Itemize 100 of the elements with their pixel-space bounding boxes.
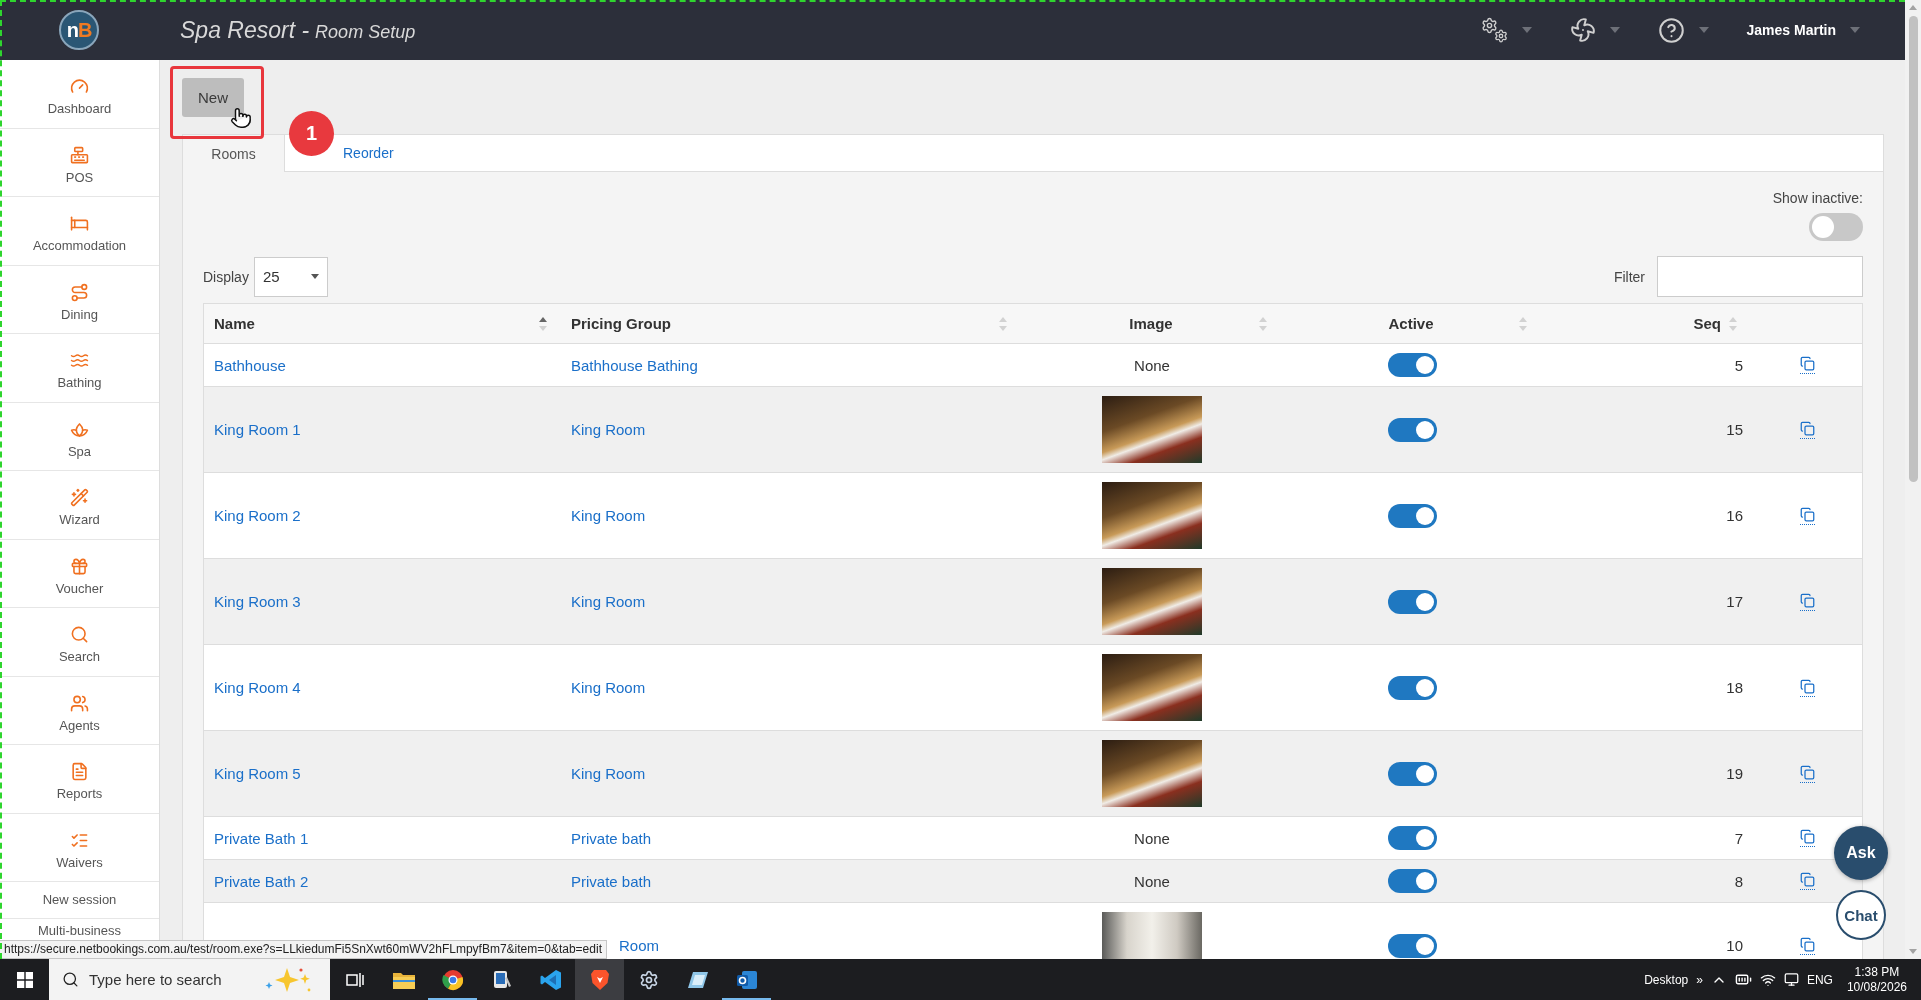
active-toggle[interactable] <box>1387 761 1437 786</box>
desktop-toolbar-label[interactable]: Desktop <box>1644 972 1689 987</box>
sidebar-label: Bathing <box>57 375 102 391</box>
room-name-link[interactable]: King Room 2 <box>214 507 301 524</box>
copy-icon[interactable] <box>1800 420 1815 439</box>
column-header[interactable]: Seq <box>1693 315 1721 332</box>
sidebar-item[interactable]: Wizard <box>0 471 159 540</box>
gift-icon <box>70 556 89 576</box>
pricing-group-link[interactable]: Room <box>619 937 659 954</box>
search-icon <box>62 971 79 988</box>
new-button[interactable]: New <box>182 78 244 117</box>
room-name-link[interactable]: King Room 4 <box>214 679 301 696</box>
user-menu[interactable]: James Martin <box>1746 22 1836 38</box>
sidebar-item[interactable]: Agents <box>0 676 159 745</box>
seq-cell: 17 <box>1726 593 1743 610</box>
pricing-group-link[interactable]: King Room <box>571 679 646 696</box>
room-name-link[interactable]: King Room 5 <box>214 765 301 782</box>
route-icon <box>70 282 89 302</box>
seq-cell: 8 <box>1734 872 1743 890</box>
copy-icon[interactable] <box>1800 872 1815 890</box>
room-name-link[interactable]: King Room 1 <box>214 421 301 438</box>
sidebar-item[interactable]: Dining <box>0 265 159 334</box>
filter-label: Filter <box>1613 267 1645 286</box>
envelope-icon <box>735 968 758 991</box>
seq-cell: 19 <box>1726 765 1743 782</box>
settings-icon <box>638 969 659 990</box>
caret-icon <box>1609 27 1620 33</box>
sidebar-item[interactable]: Search <box>0 608 159 677</box>
column-header[interactable]: Image <box>1129 315 1173 332</box>
sidebar-label: Waivers <box>56 854 103 871</box>
room-name-link[interactable]: Private Bath 1 <box>214 829 309 847</box>
sidebar-label: Spa <box>67 443 92 460</box>
fan-icon[interactable] <box>1569 17 1596 43</box>
show-inactive-label: Show inactive: <box>1772 189 1863 207</box>
sort-icon[interactable] <box>539 317 547 331</box>
folder-icon <box>392 970 415 989</box>
sidebar-item[interactable]: Voucher <box>0 539 159 608</box>
copy-icon[interactable] <box>1800 506 1815 525</box>
active-toggle[interactable] <box>1387 933 1437 958</box>
toolbar-overflow[interactable]: » <box>1696 972 1703 987</box>
column-header[interactable]: Pricing Group <box>571 315 671 332</box>
sidebar-item[interactable]: Waivers <box>0 813 159 882</box>
active-toggle[interactable] <box>1387 417 1437 442</box>
help-icon[interactable] <box>1657 16 1685 44</box>
tab[interactable]: Reorder <box>340 134 408 172</box>
active-toggle[interactable] <box>1387 869 1437 893</box>
ring-icon <box>441 968 464 991</box>
sidebar-item[interactable]: Spa <box>0 402 159 471</box>
copy-icon[interactable] <box>1800 829 1815 847</box>
sidebar-label: Dining <box>61 306 98 323</box>
caret-icon <box>310 274 319 279</box>
pricing-group-link[interactable]: Private bath <box>571 872 652 890</box>
pricing-group-link[interactable]: King Room <box>571 765 646 782</box>
pricing-group-link[interactable]: Bathhouse Bathing <box>571 356 698 374</box>
active-toggle[interactable] <box>1387 589 1437 614</box>
room-name-link[interactable]: Private Bath 2 <box>214 872 309 890</box>
seq-cell: 16 <box>1726 507 1743 524</box>
pricing-group-link[interactable]: Private bath <box>571 829 652 847</box>
sidebar-link[interactable]: Multi-business <box>0 919 159 940</box>
copy-icon[interactable] <box>1800 678 1815 697</box>
pricing-group-link[interactable]: King Room <box>571 421 646 438</box>
active-toggle[interactable] <box>1387 503 1437 528</box>
clock[interactable]: 1:38 PM 10/08/2026 <box>1846 964 1907 995</box>
bed-icon <box>70 214 89 233</box>
pricing-group-link[interactable]: King Room <box>571 593 646 610</box>
active-toggle[interactable] <box>1387 675 1437 700</box>
sidebar-item[interactable]: Dashboard <box>0 60 159 129</box>
active-toggle[interactable] <box>1387 353 1437 377</box>
room-name-link[interactable]: Bathhouse <box>214 356 286 374</box>
language-indicator[interactable]: ENG <box>1806 972 1833 987</box>
column-header[interactable]: Active <box>1388 315 1434 332</box>
taskbar-search-box[interactable]: Type here to search <box>49 959 330 1000</box>
sidebar-item[interactable]: Accommodation <box>0 197 159 266</box>
copy-icon[interactable] <box>1800 592 1815 611</box>
image-cell: None <box>1134 829 1170 847</box>
copy-icon[interactable] <box>1800 764 1815 783</box>
status-url-tooltip: https://secure.netbookings.com.au/test/room.exe?s=LLkiedumFi5SnXwt60mWV2hFLmpyfBm7&item=0&tab=edit <box>0 940 607 959</box>
copy-icon[interactable] <box>1800 356 1815 374</box>
sidebar-item[interactable]: POS <box>0 128 159 197</box>
filter-field[interactable] <box>1657 256 1863 297</box>
column-header[interactable]: Name <box>214 315 255 332</box>
logo[interactable]: nB <box>59 10 99 50</box>
copy-icon[interactable] <box>1800 936 1815 955</box>
waves-icon <box>70 351 89 370</box>
settings-icon[interactable] <box>1480 17 1508 43</box>
tab[interactable]: Rooms <box>182 134 285 172</box>
display-icon[interactable] <box>1783 972 1799 987</box>
sidebar-label: Search <box>58 649 101 665</box>
tablet-pen-icon <box>491 968 512 991</box>
scrollbar-thumb[interactable] <box>1908 16 1918 482</box>
pricing-group-link[interactable]: King Room <box>571 507 646 524</box>
room-name-link[interactable]: King Room 3 <box>214 593 301 610</box>
display-select[interactable]: 25 <box>253 256 328 297</box>
search-field[interactable]: Type here to search <box>89 969 255 990</box>
search-icon <box>70 625 89 644</box>
sidebar-item[interactable]: Bathing <box>0 334 159 403</box>
sidebar-item[interactable]: Reports <box>0 745 159 814</box>
sidebar-link[interactable]: New session <box>0 882 159 919</box>
active-toggle[interactable] <box>1387 826 1437 850</box>
caret-icon <box>1850 27 1860 33</box>
